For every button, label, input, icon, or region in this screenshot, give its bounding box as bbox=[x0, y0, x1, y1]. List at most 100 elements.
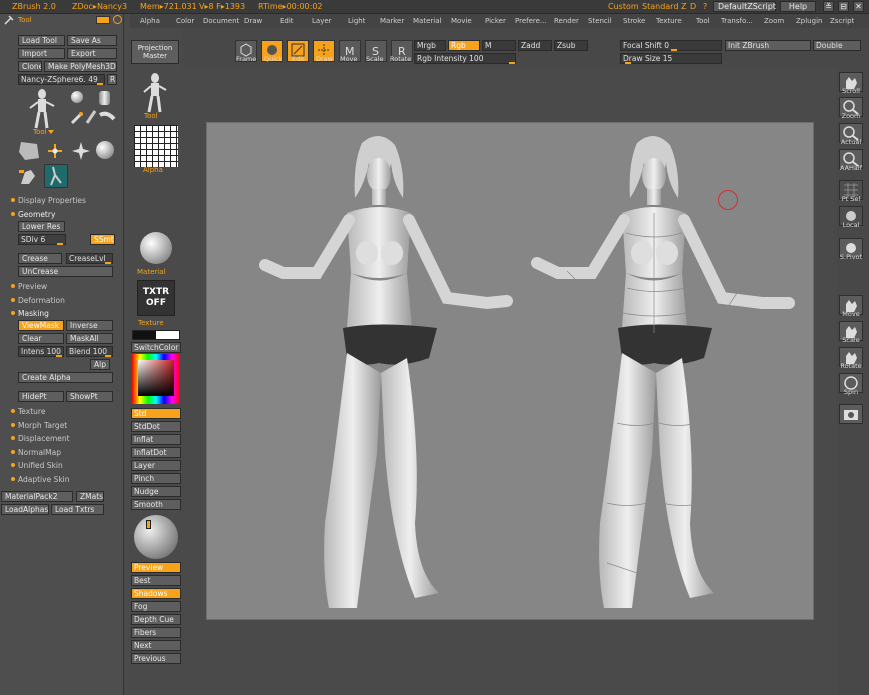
focal-shift-slider[interactable]: Focal Shift 0 bbox=[620, 40, 722, 51]
tube-tool-icon[interactable] bbox=[98, 111, 116, 123]
standard-menu[interactable]: Standard bbox=[642, 2, 678, 11]
clear-mask-button[interactable]: Clear bbox=[18, 333, 64, 344]
display-properties-section[interactable]: Display Properties bbox=[18, 196, 86, 205]
question-icon[interactable]: ? bbox=[703, 2, 707, 11]
maskall-button[interactable]: MaskAll bbox=[66, 333, 113, 344]
menu-picker[interactable]: Picker bbox=[485, 17, 506, 25]
brush-tool-icon[interactable] bbox=[70, 111, 84, 125]
menu-stencil[interactable]: Stencil bbox=[588, 17, 612, 25]
morph-target-section[interactable]: Morph Target bbox=[18, 421, 67, 430]
double-button[interactable]: Double bbox=[813, 40, 861, 51]
render-shadows[interactable]: Shadows bbox=[131, 588, 181, 599]
menu-render[interactable]: Render bbox=[554, 17, 579, 25]
stroke-layer[interactable]: Layer bbox=[131, 460, 181, 471]
ssmt-toggle[interactable]: SSmt bbox=[90, 234, 115, 245]
export-button[interactable]: Export bbox=[67, 48, 117, 59]
showpt-button[interactable]: ShowPt bbox=[66, 391, 113, 402]
palette-dock-icon[interactable] bbox=[96, 16, 110, 24]
zsub-button[interactable]: Zsub bbox=[554, 40, 588, 51]
stroke-nudge[interactable]: Nudge bbox=[131, 486, 181, 497]
hand-tool-icon[interactable] bbox=[17, 166, 39, 186]
stroke-pinch[interactable]: Pinch bbox=[131, 473, 181, 484]
close-icon[interactable]: ✕ bbox=[853, 1, 864, 12]
viewmask-toggle[interactable]: ViewMask bbox=[18, 320, 64, 331]
menu-texture[interactable]: Texture bbox=[656, 17, 682, 25]
previous-button[interactable]: Previous bbox=[131, 653, 181, 664]
restore-icon[interactable]: ⊟ bbox=[838, 1, 849, 12]
transpose-tool-icon[interactable] bbox=[48, 144, 62, 158]
menu-marker[interactable]: Marker bbox=[380, 17, 404, 25]
create-alpha-button[interactable]: Create Alpha bbox=[18, 372, 113, 383]
menu-light[interactable]: Light bbox=[348, 17, 365, 25]
pencil-tool-icon[interactable] bbox=[84, 109, 98, 125]
next-button[interactable]: Next bbox=[131, 640, 181, 651]
figure-tool-icon[interactable] bbox=[44, 164, 68, 188]
creaselvl-slider[interactable]: CreaseLvl bbox=[66, 253, 113, 264]
menu-alpha[interactable]: Alpha bbox=[140, 17, 160, 25]
color-picker[interactable] bbox=[132, 354, 180, 404]
deformation-section[interactable]: Deformation bbox=[18, 296, 65, 305]
tool-name-slider[interactable]: Nancy-ZSphere6. 49 bbox=[18, 74, 105, 85]
menu-document[interactable]: Document bbox=[203, 17, 239, 25]
load-txtrs-button[interactable]: Load Txtrs bbox=[51, 504, 104, 515]
lower-res-button[interactable]: Lower Res bbox=[18, 221, 65, 232]
menu-stroke[interactable]: Stroke bbox=[623, 17, 645, 25]
intens-slider[interactable]: Intens 100 bbox=[18, 346, 64, 357]
menu-movie[interactable]: Movie bbox=[451, 17, 472, 25]
normalmap-section[interactable]: NormalMap bbox=[18, 448, 61, 457]
switchcolor-button[interactable]: SwitchColor bbox=[131, 342, 181, 353]
render-fog[interactable]: Fog bbox=[131, 601, 181, 612]
light-indicator-icon[interactable] bbox=[146, 520, 151, 529]
alp-button[interactable]: Alp bbox=[90, 359, 110, 370]
default-zscript-button[interactable]: DefaultZScript bbox=[713, 1, 776, 12]
draw-size-slider[interactable]: Draw Size 15 bbox=[620, 53, 722, 64]
current-tool-thumbnail[interactable] bbox=[28, 88, 56, 130]
rgb-intensity-slider[interactable]: Rgb Intensity 100 bbox=[414, 53, 516, 64]
tool-dropdown-icon[interactable] bbox=[48, 130, 54, 134]
stroke-std[interactable]: Std bbox=[131, 408, 181, 419]
palette-refresh-icon[interactable] bbox=[113, 15, 122, 24]
projection-master-button[interactable]: Projection Master bbox=[131, 40, 179, 64]
stroke-inflatdot[interactable]: InflatDot bbox=[131, 447, 181, 458]
clone-button[interactable]: Clone bbox=[18, 61, 42, 72]
blend-slider[interactable]: Blend 100 bbox=[66, 346, 113, 357]
preview-section[interactable]: Preview bbox=[18, 282, 47, 291]
menu-zoom[interactable]: Zoom bbox=[764, 17, 784, 25]
menu-color[interactable]: Color bbox=[176, 17, 194, 25]
crease-button[interactable]: Crease bbox=[18, 253, 62, 264]
menu-transform[interactable]: Transfo... bbox=[721, 17, 753, 25]
stroke-smooth[interactable]: Smooth bbox=[131, 499, 181, 510]
load-tool-button[interactable]: Load Tool bbox=[18, 35, 65, 46]
render-depth-cue[interactable]: Depth Cue bbox=[131, 614, 181, 625]
zadd-button[interactable]: Zadd bbox=[518, 40, 552, 51]
menu-edit[interactable]: Edit bbox=[280, 17, 294, 25]
alpha-thumbnail[interactable] bbox=[134, 125, 178, 167]
stroke-inflat[interactable]: Inflat bbox=[131, 434, 181, 445]
save-as-button[interactable]: Save As bbox=[67, 35, 117, 46]
star-tool-icon[interactable] bbox=[72, 142, 90, 160]
material-sphere[interactable] bbox=[140, 232, 172, 264]
ball-tool-icon[interactable] bbox=[96, 141, 114, 159]
adaptive-skin-section[interactable]: Adaptive Skin bbox=[18, 475, 70, 484]
unified-skin-section[interactable]: Unified Skin bbox=[18, 461, 63, 470]
import-button[interactable]: Import bbox=[18, 48, 65, 59]
render-preview-sphere[interactable] bbox=[134, 515, 178, 559]
materialpack2-button[interactable]: MaterialPack2 bbox=[1, 491, 73, 502]
minimize-icon[interactable]: ≚ bbox=[823, 1, 834, 12]
polygon-tool-icon[interactable] bbox=[17, 140, 41, 162]
menu-preferences[interactable]: Prefere... bbox=[515, 17, 547, 25]
loadalphas-button[interactable]: LoadAlphas bbox=[1, 504, 49, 515]
color-swatches[interactable] bbox=[132, 330, 180, 340]
texture-section[interactable]: Texture bbox=[18, 407, 45, 416]
init-zbrush-button[interactable]: Init ZBrush bbox=[725, 40, 811, 51]
d-menu[interactable]: D bbox=[690, 2, 696, 11]
geometry-section[interactable]: Geometry bbox=[18, 210, 55, 219]
menu-material[interactable]: Material bbox=[413, 17, 441, 25]
snapshot-button[interactable] bbox=[839, 404, 863, 424]
rgb-button[interactable]: Rgb bbox=[448, 40, 480, 51]
sphere-tool-icon[interactable] bbox=[71, 91, 83, 103]
tool-thumb-figure[interactable] bbox=[142, 72, 168, 114]
inverse-button[interactable]: Inverse bbox=[66, 320, 113, 331]
render-best[interactable]: Best bbox=[131, 575, 181, 586]
displacement-section[interactable]: Displacement bbox=[18, 434, 70, 443]
